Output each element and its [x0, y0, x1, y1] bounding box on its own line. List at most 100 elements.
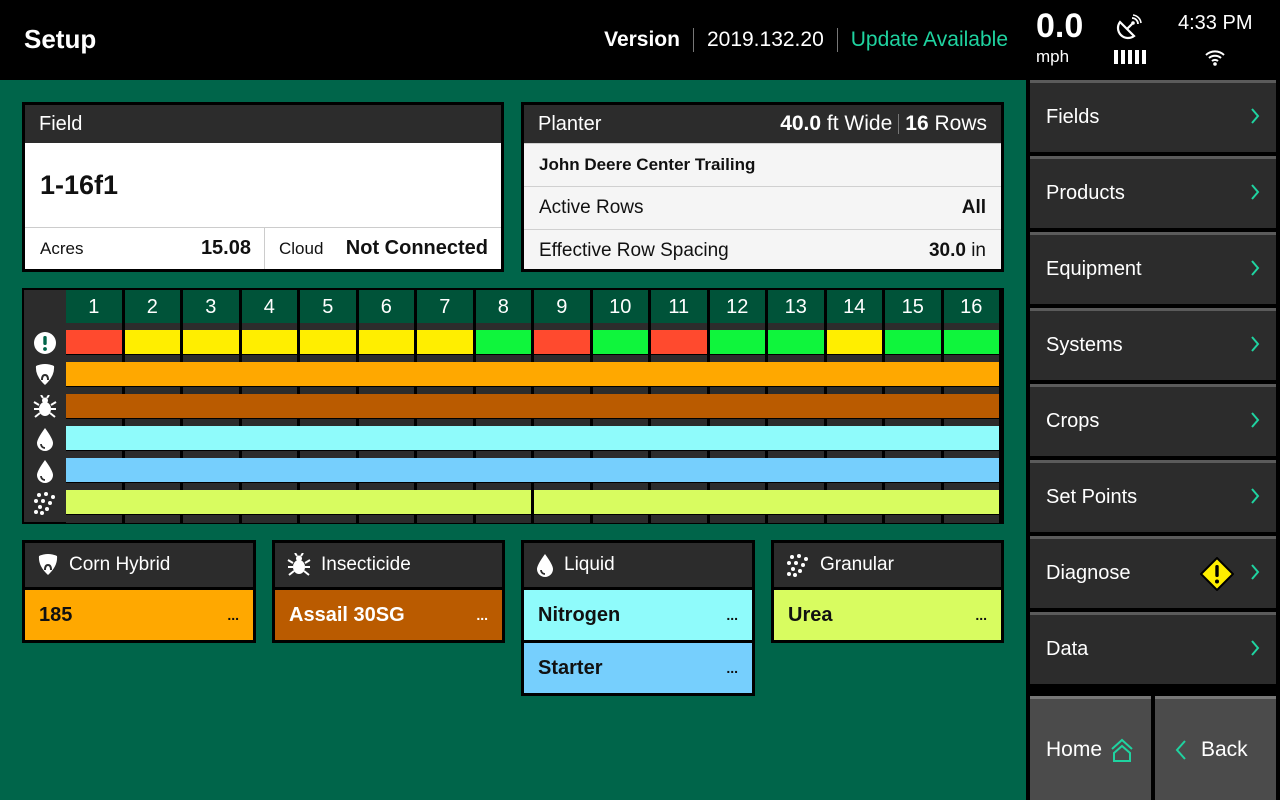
- product-item[interactable]: Starter ...: [524, 640, 752, 693]
- nav-item-crops[interactable]: Crops: [1030, 384, 1276, 456]
- row-status-cell[interactable]: [592, 330, 651, 354]
- nav-item-label: Crops: [1046, 410, 1100, 432]
- row-status-cell[interactable]: [124, 330, 183, 354]
- row-number-3[interactable]: 3: [183, 290, 242, 324]
- more-options-button[interactable]: ...: [726, 660, 738, 676]
- product-card-header: Granular: [774, 543, 1001, 587]
- nav-item-fields[interactable]: Fields: [1030, 80, 1276, 152]
- planter-rows-value: 16: [905, 112, 929, 135]
- row-number-10[interactable]: 10: [592, 290, 651, 324]
- field-name: 1-16f1: [40, 169, 119, 200]
- chevron-right-icon: [1251, 412, 1260, 428]
- row-number-9[interactable]: 9: [534, 290, 593, 324]
- corn-hybrid-segment[interactable]: [66, 362, 1002, 386]
- product-card-header: Liquid: [524, 543, 752, 587]
- back-button[interactable]: Back: [1155, 696, 1276, 800]
- row-number-7[interactable]: 7: [417, 290, 476, 324]
- page-title: Setup: [24, 24, 97, 54]
- row-status-cell[interactable]: [885, 330, 944, 354]
- more-options-button[interactable]: ...: [975, 607, 987, 623]
- more-options-button[interactable]: ...: [726, 607, 738, 623]
- product-item[interactable]: 185 ...: [25, 587, 253, 640]
- speed-value: 0.0: [1036, 7, 1084, 45]
- row-status-cell[interactable]: [66, 330, 125, 354]
- row-number-13[interactable]: 13: [768, 290, 827, 324]
- row-status-cell[interactable]: [943, 330, 1002, 354]
- row-number-8[interactable]: 8: [475, 290, 534, 324]
- nav-item-equipment[interactable]: Equipment: [1030, 232, 1276, 304]
- row-number-1[interactable]: 1: [66, 290, 125, 324]
- gps-status[interactable]: [1110, 12, 1154, 68]
- band-granular: [66, 490, 1002, 514]
- nav-item-label: Diagnose: [1046, 562, 1131, 584]
- nav-item-systems[interactable]: Systems: [1030, 308, 1276, 380]
- insecticide-segment[interactable]: [66, 394, 1002, 418]
- product-item[interactable]: Assail 30SG ...: [275, 587, 502, 640]
- row-number-6[interactable]: 6: [358, 290, 417, 324]
- field-card-header: Field: [25, 105, 501, 143]
- product-item[interactable]: Urea ...: [774, 587, 1001, 640]
- granular-segment[interactable]: [534, 490, 1002, 514]
- nav-item-diagnose[interactable]: Diagnose: [1030, 536, 1276, 608]
- nav-item-products[interactable]: Products: [1030, 156, 1276, 228]
- chevron-right-icon: [1251, 488, 1260, 504]
- nav-item-label: Fields: [1046, 106, 1100, 128]
- product-heading: Insecticide: [321, 554, 411, 575]
- liquid-starter-segment[interactable]: [66, 458, 1002, 482]
- update-available-link[interactable]: Update Available: [851, 28, 1008, 52]
- planter-card[interactable]: Planter 40.0 ft Wide 16 Rows John Deere C…: [521, 102, 1004, 272]
- product-card-header: Corn Hybrid: [25, 543, 253, 587]
- row-number-4[interactable]: 4: [241, 290, 300, 324]
- row-status-cell[interactable]: [300, 330, 359, 354]
- droplet-icon: [32, 458, 58, 484]
- row-status-cell[interactable]: [241, 330, 300, 354]
- row-status-cell[interactable]: [709, 330, 768, 354]
- row-number-14[interactable]: 14: [826, 290, 885, 324]
- product-item[interactable]: Nitrogen ...: [524, 587, 752, 640]
- band-liquid-nitrogen: [66, 426, 1002, 450]
- product-card-insecticide: Insecticide Assail 30SG ...: [272, 540, 505, 643]
- acres-value: 15.08: [200, 237, 251, 259]
- droplet-icon: [32, 426, 58, 452]
- home-button[interactable]: Home: [1030, 696, 1151, 800]
- row-status-cell[interactable]: [475, 330, 534, 354]
- row-status-cell[interactable]: [768, 330, 827, 354]
- divider: [836, 28, 838, 52]
- grid-icon-column: [24, 290, 66, 522]
- row-status-grid[interactable]: 1 2 3 4 5 6 7 8 9 10 11 12 13 14 15 16: [22, 288, 1004, 524]
- nav-item-data[interactable]: Data: [1030, 612, 1276, 684]
- liquid-nitrogen-segment[interactable]: [66, 426, 1002, 450]
- alert-circle-icon: [32, 330, 58, 356]
- row-status-cell[interactable]: [534, 330, 593, 354]
- row-number-16[interactable]: 16: [943, 290, 1002, 324]
- row-number-11[interactable]: 11: [651, 290, 710, 324]
- nav-item-set-points[interactable]: Set Points: [1030, 460, 1276, 532]
- seed-icon: [32, 362, 58, 388]
- row-spacing-row: Effective Row Spacing 30.0 in: [524, 229, 1001, 272]
- field-card[interactable]: Field 1-16f1 Acres 15.08 Cloud Not Conne…: [22, 102, 504, 272]
- row-status-cell[interactable]: [358, 330, 417, 354]
- product-name: Starter: [538, 656, 603, 679]
- row-status-cell[interactable]: [651, 330, 710, 354]
- divider: [898, 114, 900, 135]
- satellite-dish-icon: [1116, 14, 1142, 40]
- cloud-status: Not Connected: [345, 237, 488, 259]
- more-options-button[interactable]: ...: [476, 607, 488, 623]
- row-status-cell[interactable]: [417, 330, 476, 354]
- row-number-5[interactable]: 5: [300, 290, 359, 324]
- row-number-15[interactable]: 15: [885, 290, 944, 324]
- back-label: Back: [1201, 737, 1248, 761]
- speed-readout: 0.0 mph: [1036, 6, 1096, 68]
- product-card-corn-hybrid: Corn Hybrid 185 ...: [22, 540, 256, 643]
- planter-model-row: John Deere Center Trailing: [524, 143, 1001, 186]
- cloud-label: Cloud: [279, 238, 324, 258]
- row-status-cell[interactable]: [826, 330, 885, 354]
- row-number-12[interactable]: 12: [709, 290, 768, 324]
- row-status-cell[interactable]: [183, 330, 242, 354]
- bug-icon: [287, 553, 311, 576]
- acres-label: Acres: [40, 238, 84, 258]
- granular-segment[interactable]: [66, 490, 534, 514]
- more-options-button[interactable]: ...: [227, 607, 239, 623]
- active-rows-label: Active Rows: [539, 197, 644, 218]
- row-number-2[interactable]: 2: [124, 290, 183, 324]
